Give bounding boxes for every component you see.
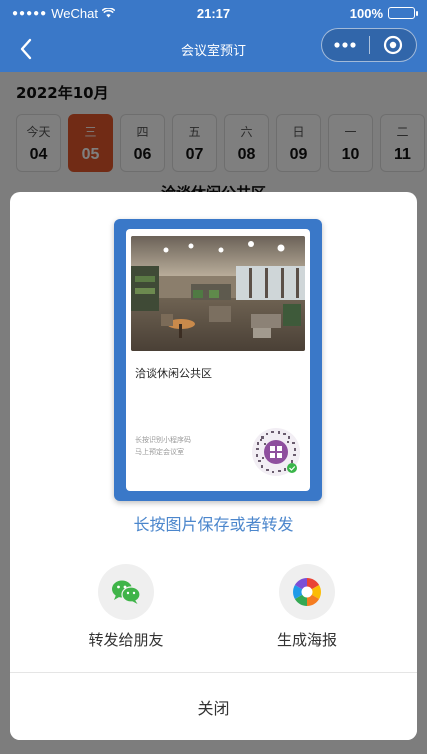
poster-hint-line2: 马上预定会议室 xyxy=(135,448,184,456)
generate-poster-label: 生成海报 xyxy=(276,631,337,649)
mini-program-code xyxy=(251,427,301,477)
wechat-icon xyxy=(98,564,154,620)
poster-venue-name: 洽谈休闲公共区 xyxy=(135,367,212,380)
save-hint-text: 长按图片保存或者转发 xyxy=(133,515,294,534)
carrier-name: WeChat xyxy=(51,5,98,21)
poster-hint: 长按识别小程序码 马上预定会议室 xyxy=(135,434,191,458)
target-icon xyxy=(383,35,402,55)
battery-percent: 100% xyxy=(349,5,383,21)
aperture-icon xyxy=(279,564,335,620)
share-sheet: 洽谈休闲公共区 长按识别小程序码 马上预定会议室 长按图片保存或者转发 转发给朋… xyxy=(10,192,417,740)
share-to-friend-label: 转发给朋友 xyxy=(88,631,164,649)
share-poster[interactable]: 洽谈休闲公共区 长按识别小程序码 马上预定会议室 xyxy=(114,219,322,501)
close-button[interactable]: 关闭 xyxy=(10,673,417,740)
carrier-info: ●●●●● WeChat xyxy=(12,5,116,21)
poster-hint-line1: 长按识别小程序码 xyxy=(135,436,191,444)
battery-icon xyxy=(388,7,418,19)
battery-status: 100% xyxy=(349,5,418,21)
venue-photo xyxy=(131,236,305,351)
exit-mini-program-button[interactable] xyxy=(370,29,417,61)
more-button[interactable] xyxy=(322,29,369,61)
generate-poster-button[interactable]: 生成海报 xyxy=(247,564,367,650)
share-to-friend-button[interactable]: 转发给朋友 xyxy=(66,564,186,650)
signal-icon: ●●●●● xyxy=(12,7,48,19)
nav-bar: 会议室预订 xyxy=(0,26,427,72)
mini-program-capsule xyxy=(321,28,417,62)
status-bar: ●●●●● WeChat 21:17 100% xyxy=(0,0,427,26)
wifi-icon xyxy=(101,6,116,21)
more-dots-icon xyxy=(334,42,356,48)
poster-card: 洽谈休闲公共区 长按识别小程序码 马上预定会议室 xyxy=(126,229,310,491)
